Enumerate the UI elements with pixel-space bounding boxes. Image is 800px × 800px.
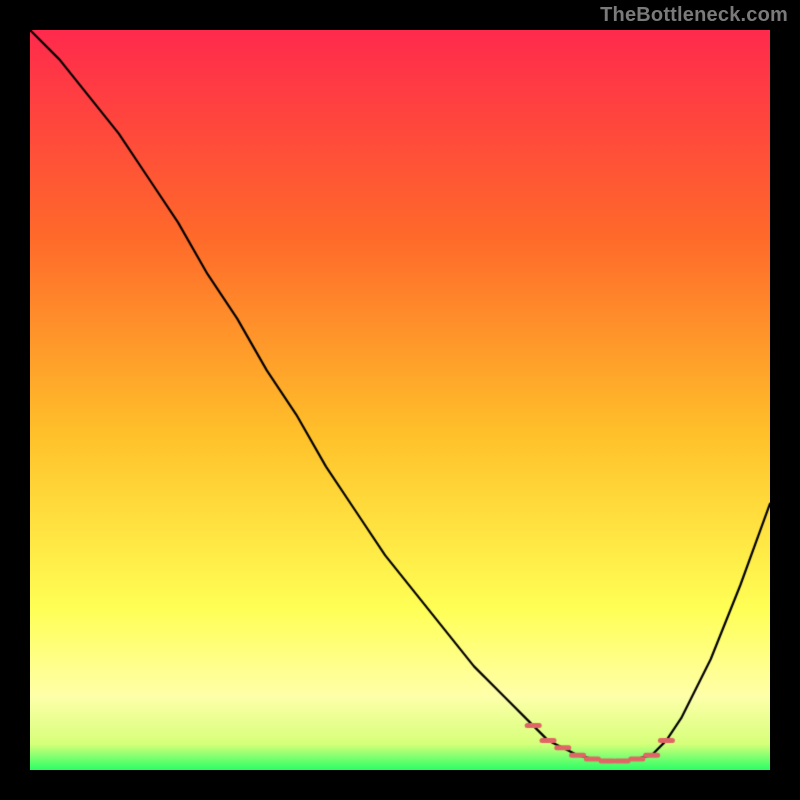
chart-area xyxy=(30,30,770,770)
attribution-label: TheBottleneck.com xyxy=(600,4,788,27)
bottleneck-chart-canvas xyxy=(30,30,770,770)
